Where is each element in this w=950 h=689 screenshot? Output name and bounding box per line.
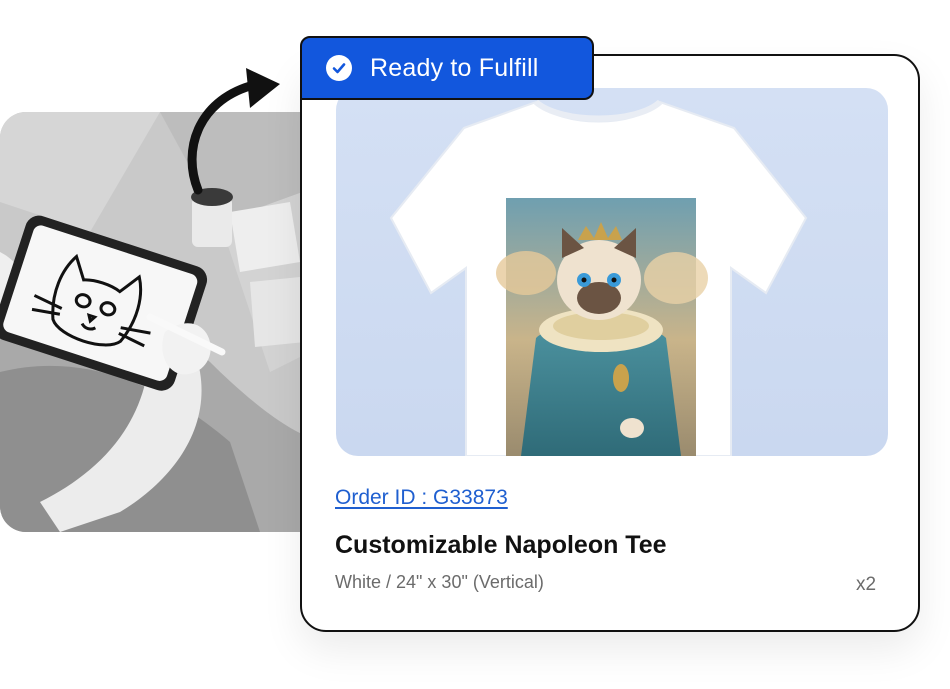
product-image (336, 88, 888, 456)
status-badge: Ready to Fulfill (300, 36, 594, 100)
check-circle-icon (326, 55, 352, 81)
arrow-icon (187, 68, 280, 195)
order-id-link[interactable]: Order ID : G33873 (335, 486, 508, 510)
product-title: Customizable Napoleon Tee (335, 531, 667, 559)
quantity-label: x2 (856, 574, 877, 595)
product-variant: White / 24" x 30" (Vertical) (335, 572, 544, 592)
status-badge-label: Ready to Fulfill (370, 53, 539, 82)
